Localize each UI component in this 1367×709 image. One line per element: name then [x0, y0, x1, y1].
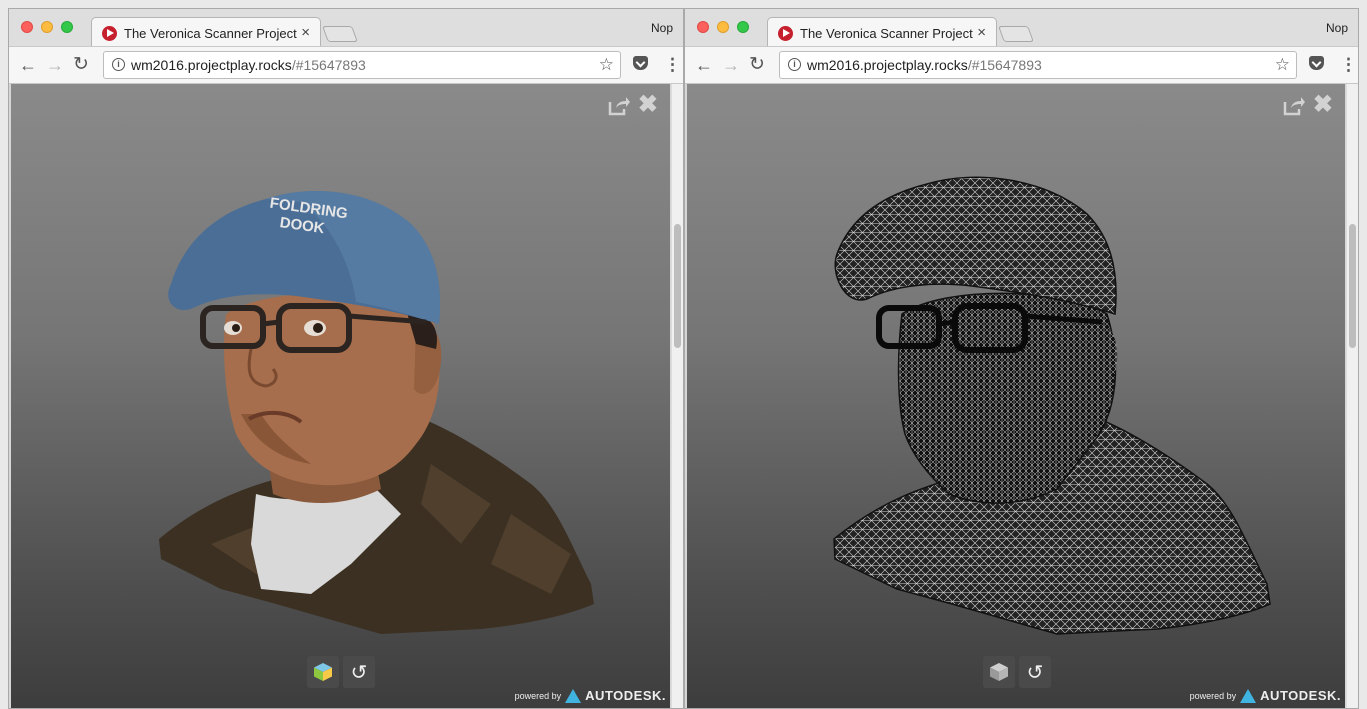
url-host: wm2016.projectplay.rocks — [131, 57, 292, 73]
profile-name[interactable]: Nop — [1326, 21, 1348, 35]
reset-icon: ↺ — [350, 661, 368, 684]
close-viewer-icon[interactable]: ✖ — [1313, 90, 1333, 119]
scrollbar[interactable] — [1346, 84, 1358, 708]
back-button[interactable]: ← — [19, 55, 37, 75]
wireframe-head-model[interactable] — [687, 84, 1345, 708]
window-controls — [697, 21, 749, 33]
info-icon[interactable]: i — [112, 58, 125, 71]
reset-view-button[interactable]: ↺ — [343, 656, 375, 688]
bookmark-star-icon[interactable]: ☆ — [1275, 55, 1290, 75]
powered-by-autodesk[interactable]: powered by AUTODESK. — [1190, 688, 1341, 703]
share-icon[interactable] — [608, 96, 630, 116]
scrollbar-thumb[interactable] — [1349, 224, 1356, 348]
title-bar: The Veronica Scanner Project × Nop — [685, 9, 1358, 47]
url-text: wm2016.projectplay.rocks/#15647893 — [131, 57, 366, 73]
viewer-controls: ↺ — [307, 656, 375, 688]
browser-tab[interactable]: The Veronica Scanner Project × — [767, 17, 997, 47]
new-tab-button[interactable] — [322, 26, 358, 42]
scrollbar-thumb[interactable] — [674, 224, 681, 348]
menu-icon[interactable]: ⋮ — [1340, 55, 1357, 75]
address-bar[interactable]: i wm2016.projectplay.rocks/#15647893 ☆ — [103, 51, 621, 79]
pocket-icon[interactable] — [633, 56, 648, 70]
info-icon[interactable]: i — [788, 58, 801, 71]
view-mode-button[interactable] — [983, 656, 1015, 688]
bookmark-star-icon[interactable]: ☆ — [599, 55, 614, 75]
close-viewer-icon[interactable]: ✖ — [638, 90, 658, 119]
browser-tab[interactable]: The Veronica Scanner Project × — [91, 17, 321, 47]
browser-window-left: The Veronica Scanner Project × Nop ← → ↻… — [8, 8, 684, 709]
browser-window-right: The Veronica Scanner Project × Nop ← → ↻… — [684, 8, 1359, 709]
powered-by-label: powered by — [514, 690, 562, 701]
tab-close-icon[interactable]: × — [977, 24, 986, 41]
pocket-icon[interactable] — [1309, 56, 1324, 70]
window-controls — [21, 21, 73, 33]
3d-viewer[interactable]: ✖ ↺ powered by AUTODESK. — [687, 84, 1345, 708]
veronica-favicon-icon — [778, 26, 793, 41]
cube-icon — [314, 663, 332, 681]
url-text: wm2016.projectplay.rocks/#15647893 — [807, 57, 1042, 73]
browser-toolbar: ← → ↻ i wm2016.projectplay.rocks/#156478… — [9, 46, 683, 84]
back-button[interactable]: ← — [695, 55, 713, 75]
zoom-window-button[interactable] — [737, 21, 749, 33]
zoom-window-button[interactable] — [61, 21, 73, 33]
browser-toolbar: ← → ↻ i wm2016.projectplay.rocks/#156478… — [685, 46, 1358, 84]
powered-by-label: powered by — [1189, 690, 1237, 701]
3d-viewer[interactable]: FOLDRING DOOK ✖ ↺ powered by AUTODESK. — [11, 84, 670, 708]
reload-button[interactable]: ↻ — [73, 55, 89, 75]
powered-by-autodesk[interactable]: powered by AUTODESK. — [515, 688, 666, 703]
close-window-button[interactable] — [697, 21, 709, 33]
viewer-controls: ↺ — [983, 656, 1051, 688]
autodesk-logo-icon — [565, 688, 582, 703]
minimize-window-button[interactable] — [717, 21, 729, 33]
tab-title: The Veronica Scanner Project — [124, 26, 297, 41]
profile-name[interactable]: Nop — [651, 21, 673, 35]
autodesk-brand: AUTODESK. — [585, 688, 666, 703]
title-bar: The Veronica Scanner Project × Nop — [9, 9, 683, 47]
close-window-button[interactable] — [21, 21, 33, 33]
forward-button[interactable]: → — [722, 55, 740, 75]
scrollbar[interactable] — [671, 84, 683, 708]
autodesk-logo-icon — [1240, 688, 1257, 703]
tab-close-icon[interactable]: × — [301, 24, 310, 41]
cube-wireframe-icon — [990, 663, 1008, 681]
veronica-favicon-icon — [102, 26, 117, 41]
url-host: wm2016.projectplay.rocks — [807, 57, 968, 73]
view-mode-button[interactable] — [307, 656, 339, 688]
forward-button[interactable]: → — [46, 55, 64, 75]
url-path: /#15647893 — [967, 57, 1042, 73]
address-bar[interactable]: i wm2016.projectplay.rocks/#15647893 ☆ — [779, 51, 1297, 79]
autodesk-brand: AUTODESK. — [1260, 688, 1341, 703]
reset-view-button[interactable]: ↺ — [1019, 656, 1051, 688]
minimize-window-button[interactable] — [41, 21, 53, 33]
reset-icon: ↺ — [1026, 661, 1044, 684]
share-icon[interactable] — [1283, 96, 1305, 116]
tab-title: The Veronica Scanner Project — [800, 26, 973, 41]
new-tab-button[interactable] — [998, 26, 1034, 42]
reload-button[interactable]: ↻ — [749, 55, 765, 75]
textured-head-model[interactable]: FOLDRING DOOK — [11, 84, 670, 708]
url-path: /#15647893 — [291, 57, 366, 73]
menu-icon[interactable]: ⋮ — [664, 55, 681, 75]
